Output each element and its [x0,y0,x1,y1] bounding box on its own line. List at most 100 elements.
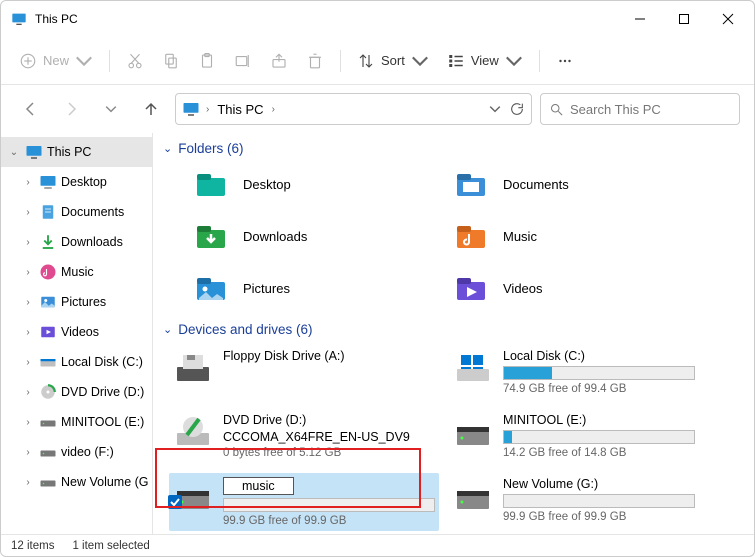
search-placeholder: Search This PC [570,102,661,117]
folder-label: Downloads [243,229,307,244]
sidebar-item[interactable]: ›DVD Drive (D:) [1,377,152,407]
chevron-right-icon[interactable]: › [21,297,35,308]
rename-button[interactable] [226,43,260,79]
more-button[interactable] [548,43,582,79]
tree-label: Videos [61,325,99,339]
search-box[interactable]: Search This PC [540,93,740,125]
refresh-icon[interactable] [509,101,525,117]
share-icon [270,52,288,70]
drive-name: Local Disk (C:) [503,349,695,363]
sidebar-item[interactable]: ›Pictures [1,287,152,317]
rename-input[interactable]: music [223,477,294,495]
drive-name: MINITOOL (E:) [503,413,695,427]
folder-item[interactable]: Pictures [191,268,441,308]
chevron-right-icon: › [206,104,209,115]
address-bar[interactable]: › This PC › [175,93,532,125]
sidebar-item[interactable]: ›Music [1,257,152,287]
folder-item[interactable]: Videos [451,268,701,308]
tree-label: Downloads [61,235,123,249]
sort-button[interactable]: Sort [349,43,437,79]
group-header-folders[interactable]: ⌄ Folders (6) [163,141,744,156]
minimize-button[interactable] [618,3,662,35]
folder-item[interactable]: Music [451,216,701,256]
drive-icon [453,349,493,389]
item-icon [39,293,57,311]
up-button[interactable] [135,93,167,125]
sidebar-item[interactable]: ›Documents [1,197,152,227]
share-button[interactable] [262,43,296,79]
chevron-right-icon[interactable]: › [21,177,35,188]
new-button[interactable]: New [11,43,101,79]
view-icon [447,52,465,70]
chevron-down-icon: ⌄ [163,323,172,336]
item-icon [39,473,57,491]
folder-icon [191,216,231,256]
sidebar-item[interactable]: ›New Volume (G [1,467,152,497]
forward-button[interactable] [55,93,87,125]
drive-item[interactable]: New Volume (G:)99.9 GB free of 99.9 GB [449,473,699,531]
folder-item[interactable]: Downloads [191,216,441,256]
chevron-right-icon[interactable]: › [21,357,35,368]
chevron-right-icon[interactable]: › [21,417,35,428]
chevron-down-icon[interactable] [489,103,501,115]
paste-button[interactable] [190,43,224,79]
back-button[interactable] [15,93,47,125]
folder-item[interactable]: Desktop [191,164,441,204]
view-button[interactable]: View [439,43,531,79]
sidebar-item[interactable]: ›video (F:) [1,437,152,467]
delete-button[interactable] [298,43,332,79]
folder-icon [451,268,491,308]
pc-icon [182,100,200,118]
drive-usage-bar [223,498,435,512]
chevron-right-icon[interactable]: › [21,447,35,458]
folder-label: Pictures [243,281,290,296]
search-icon [549,102,564,117]
folder-icon [191,164,231,204]
item-icon [39,173,57,191]
drive-icon [173,413,213,453]
folder-icon [451,164,491,204]
copy-button[interactable] [154,43,188,79]
pc-icon [11,11,27,27]
breadcrumb-root[interactable]: This PC [215,100,265,119]
drive-item[interactable]: music99.9 GB free of 99.9 GB [169,473,439,531]
chevron-right-icon[interactable]: › [21,477,35,488]
chevron-right-icon[interactable]: › [21,327,35,338]
drive-name: DVD Drive (D:) [223,413,435,427]
sort-icon [357,52,375,70]
chevron-right-icon[interactable]: › [21,237,35,248]
chevron-down-icon[interactable]: ⌄ [7,147,21,158]
chevron-right-icon[interactable]: › [21,267,35,278]
drive-item[interactable]: MINITOOL (E:)14.2 GB free of 14.8 GB [449,409,699,463]
chevron-down-icon [411,52,429,70]
tree-root-this-pc[interactable]: ⌄ This PC [1,137,152,167]
window-title: This PC [35,12,618,26]
sidebar-item[interactable]: ›Desktop [1,167,152,197]
drive-item[interactable]: DVD Drive (D:)CCCOMA_X64FRE_EN-US_DV90 b… [169,409,439,463]
drive-item[interactable]: Local Disk (C:)74.9 GB free of 99.4 GB [449,345,699,399]
chevron-right-icon[interactable]: › [21,387,35,398]
checkbox-icon[interactable] [167,494,183,510]
maximize-button[interactable] [662,3,706,35]
folder-icon [191,268,231,308]
sidebar-item[interactable]: ›Local Disk (C:) [1,347,152,377]
drive-item[interactable]: Floppy Disk Drive (A:) [169,345,439,399]
drive-sub: CCCOMA_X64FRE_EN-US_DV9 [223,430,435,444]
close-button[interactable] [706,3,750,35]
sidebar-item[interactable]: ›MINITOOL (E:) [1,407,152,437]
folder-item[interactable]: Documents [451,164,701,204]
status-count: 12 items [11,540,54,552]
trash-icon [306,52,324,70]
item-icon [39,413,57,431]
paste-icon [198,52,216,70]
drive-usage-bar [503,366,695,380]
recent-button[interactable] [95,93,127,125]
group-header-drives[interactable]: ⌄ Devices and drives (6) [163,322,744,337]
tree-label: This PC [47,145,91,159]
item-icon [39,323,57,341]
sidebar-item[interactable]: › Downloads [1,227,152,257]
cut-button[interactable] [118,43,152,79]
sidebar-item[interactable]: › Videos [1,317,152,347]
drive-icon [453,477,493,517]
chevron-right-icon[interactable]: › [21,207,35,218]
